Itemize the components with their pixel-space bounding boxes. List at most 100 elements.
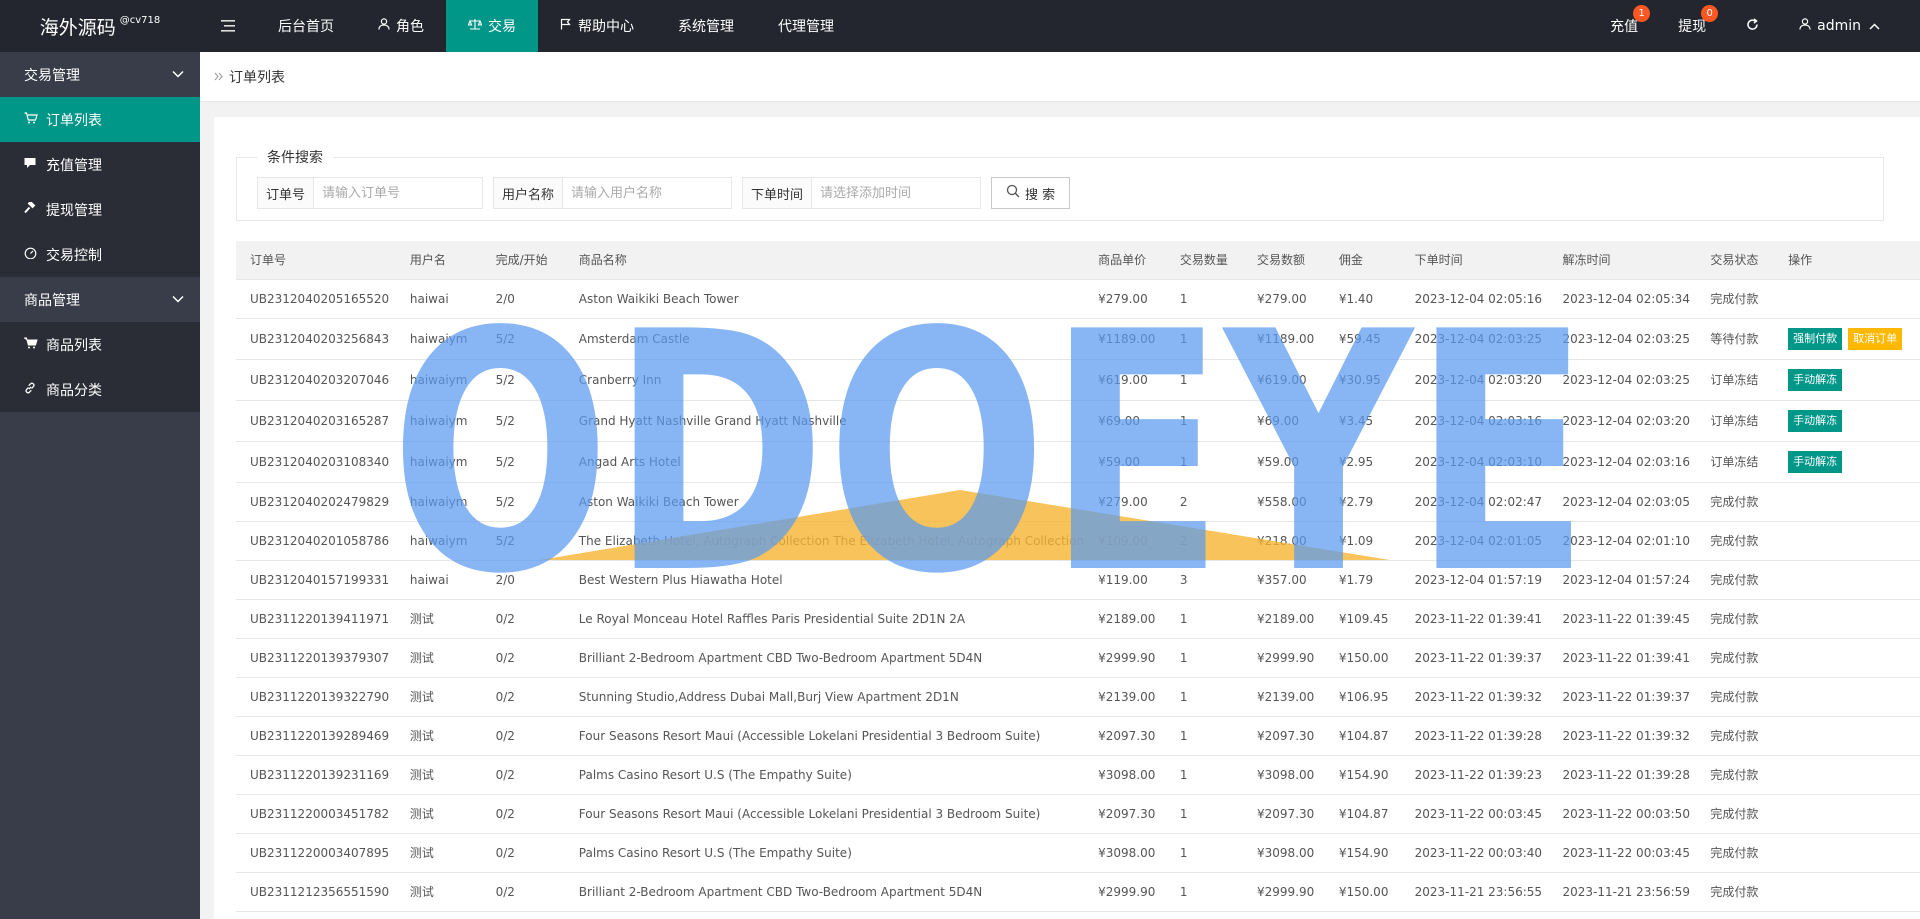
table-cell: 0/2 (481, 872, 565, 912)
table-cell: 1 (1165, 441, 1244, 483)
menu-toggle-icon[interactable] (200, 0, 256, 52)
chevron-up-icon (1869, 18, 1880, 34)
table-cell: ¥59.45 (1324, 318, 1401, 360)
table-cell: 2023-11-22 00:03:40 (1400, 833, 1549, 873)
table-row[interactable]: UB2312040205165520 haiwai 2/0 Aston Waikiki… (236, 279, 1920, 319)
table-cell: 订单冻结 (1696, 400, 1775, 442)
column-header: 商品单价 (1084, 241, 1166, 280)
sidebar-item-product-list[interactable]: 商品列表 (0, 322, 200, 367)
table-cell: ¥279.00 (1084, 482, 1166, 522)
table-cell: 2023-12-04 02:03:25 (1548, 318, 1697, 360)
table-row[interactable]: UB2312040202479829 haiwaiym 5/2 Aston Waiki… (236, 482, 1920, 522)
table-row[interactable]: UB2311212356551590 测试 0/2 Brilliant 2-Bedro… (236, 872, 1920, 912)
refresh-button[interactable] (1726, 0, 1779, 52)
table-cell: UB2312040203165287 (236, 400, 396, 442)
table-row[interactable]: UB2312040203165287 haiwaiym 5/2 Grand Hyatt… (236, 400, 1920, 442)
table-cell: 2023-11-22 00:03:45 (1400, 794, 1549, 834)
table-cell: 2023-11-22 01:39:28 (1400, 716, 1549, 756)
nav-agent[interactable]: 代理管理 (756, 0, 856, 52)
sidebar-item-recharge[interactable]: 充值管理 (0, 142, 200, 187)
table-cell: ¥104.87 (1324, 794, 1401, 834)
table-row[interactable]: UB2311220003451782 测试 0/2 Four Seasons Reso… (236, 794, 1920, 834)
table-cell: haiwaiym (395, 482, 482, 522)
table-cell: 5/2 (481, 482, 565, 522)
search-button[interactable]: 搜 索 (991, 177, 1071, 209)
sidebar-item-trade-control[interactable]: 交易控制 (0, 232, 200, 277)
user-name: admin (1817, 18, 1861, 34)
search-button-label: 搜 索 (1025, 187, 1056, 203)
nav-trade[interactable]: 交易 (446, 0, 538, 52)
table-row[interactable]: UB2311220139289469 测试 0/2 Four Seasons Reso… (236, 716, 1920, 756)
sidebar-item-withdraw[interactable]: 提现管理 (0, 187, 200, 232)
table-row[interactable]: UB2312040201058786 haiwaiym 5/2 The Elizabe… (236, 521, 1920, 561)
table-cell: UB2312040157199331 (236, 560, 396, 600)
order-no-input[interactable] (314, 178, 483, 208)
table-cell: Palms Casino Resort U.S (The Empathy Sui… (564, 755, 1085, 795)
table-row[interactable]: UB2311220003407895 测试 0/2 Palms Casino Reso… (236, 833, 1920, 873)
user-menu[interactable]: admin (1779, 0, 1900, 52)
table-cell: ¥2139.00 (1084, 677, 1166, 717)
table-cell: Four Seasons Resort Maui (Accessible Lok… (564, 716, 1085, 756)
table-cell: ¥154.90 (1324, 833, 1401, 873)
table-cell: ¥1.40 (1324, 279, 1401, 319)
table-cell: 测试 (395, 716, 482, 756)
table-cell: 2023-12-04 01:57:24 (1548, 560, 1697, 600)
chat-icon (24, 157, 42, 172)
cancel-order-button[interactable]: 取消订单 (1848, 327, 1903, 350)
table-cell: haiwai (395, 279, 482, 319)
table-cell: ¥150.00 (1324, 638, 1401, 678)
table-header-row: 订单号 用户名 完成/开始 商品名称 商品单价 交易数量 交易数额 佣金 下单时间 解冻时间 交易状… (236, 241, 1920, 280)
table-row[interactable]: UB2312040203256843 haiwaiym 5/2 Amsterdam C… (236, 318, 1920, 360)
table-cell: 等待付款 (1696, 318, 1775, 360)
table-row[interactable]: UB2311220139379307 测试 0/2 Brilliant 2-Bedro… (236, 638, 1920, 678)
table-row[interactable]: UB2312040203207046 haiwaiym 5/2 Cranberry I… (236, 359, 1920, 401)
cart-icon (22, 337, 42, 352)
table-cell: 2023-12-04 02:05:34 (1548, 279, 1697, 319)
table-row[interactable]: UB2312040157199331 haiwai 2/0 Best Western … (236, 560, 1920, 600)
row-actions: 强制付款 取消订单 (1774, 318, 1920, 360)
table-cell: ¥2999.90 (1243, 872, 1325, 912)
force-pay-button[interactable]: 强制付款 (1788, 327, 1843, 350)
table-cell: ¥154.90 (1324, 755, 1401, 795)
nav-dashboard[interactable]: 后台首页 (256, 0, 356, 52)
table-row[interactable]: UB2311220139231169 测试 0/2 Palms Casino Reso… (236, 755, 1920, 795)
row-actions (1774, 599, 1920, 639)
table-cell: ¥69.00 (1084, 400, 1166, 442)
order-time-input[interactable] (812, 178, 981, 208)
withdraw-link[interactable]: 提现 0 (1658, 0, 1726, 52)
table-cell: 2023-11-22 01:39:37 (1400, 638, 1549, 678)
unfreeze-button[interactable]: 手动解冻 (1788, 409, 1843, 432)
table-cell: 2023-12-04 01:57:19 (1400, 560, 1549, 600)
sidebar-group-trade[interactable]: 交易管理 (0, 52, 200, 97)
sidebar-item-product-category[interactable]: 商品分类 (0, 367, 200, 412)
table-cell: Aston Waikiki Beach Tower (564, 482, 1085, 522)
table-cell: ¥619.00 (1243, 359, 1325, 401)
nav-system-label: 系统管理 (678, 19, 734, 35)
recharge-link[interactable]: 充值 1 (1590, 0, 1658, 52)
breadcrumb-current[interactable]: 订单列表 (229, 67, 285, 87)
table-row[interactable]: UB2311220139411971 测试 0/2 Le Royal Monceau … (236, 599, 1920, 639)
flag-icon (560, 18, 572, 34)
nav-help[interactable]: 帮助中心 (538, 0, 656, 52)
table-cell: ¥119.00 (1084, 560, 1166, 600)
column-header: 交易数额 (1243, 241, 1325, 280)
row-actions (1774, 638, 1920, 678)
table-cell: 2023-12-04 02:03:10 (1400, 441, 1549, 483)
row-actions (1774, 872, 1920, 912)
nav-role[interactable]: 角色 (356, 0, 446, 52)
table-cell: Palms Casino Resort U.S (The Empathy Sui… (564, 833, 1085, 873)
nav-system[interactable]: 系统管理 (656, 0, 756, 52)
sidebar-group-product[interactable]: 商品管理 (0, 277, 200, 322)
table-cell: ¥3098.00 (1084, 833, 1166, 873)
table-row[interactable]: UB2311220139322790 测试 0/2 Stunning Studio,A… (236, 677, 1920, 717)
unfreeze-button[interactable]: 手动解冻 (1788, 450, 1843, 473)
row-actions (1774, 794, 1920, 834)
sidebar-item-order-list[interactable]: 订单列表 (0, 97, 200, 142)
username-input[interactable] (563, 178, 732, 208)
table-row[interactable]: UB2312040203108340 haiwaiym 5/2 Angad Arts … (236, 441, 1920, 483)
row-actions: 手动解冻 (1774, 400, 1920, 442)
table-cell: ¥279.00 (1084, 279, 1166, 319)
logo[interactable]: 海外源码 @cv718 (0, 0, 200, 52)
table-cell: ¥109.45 (1324, 599, 1401, 639)
unfreeze-button[interactable]: 手动解冻 (1788, 368, 1843, 391)
